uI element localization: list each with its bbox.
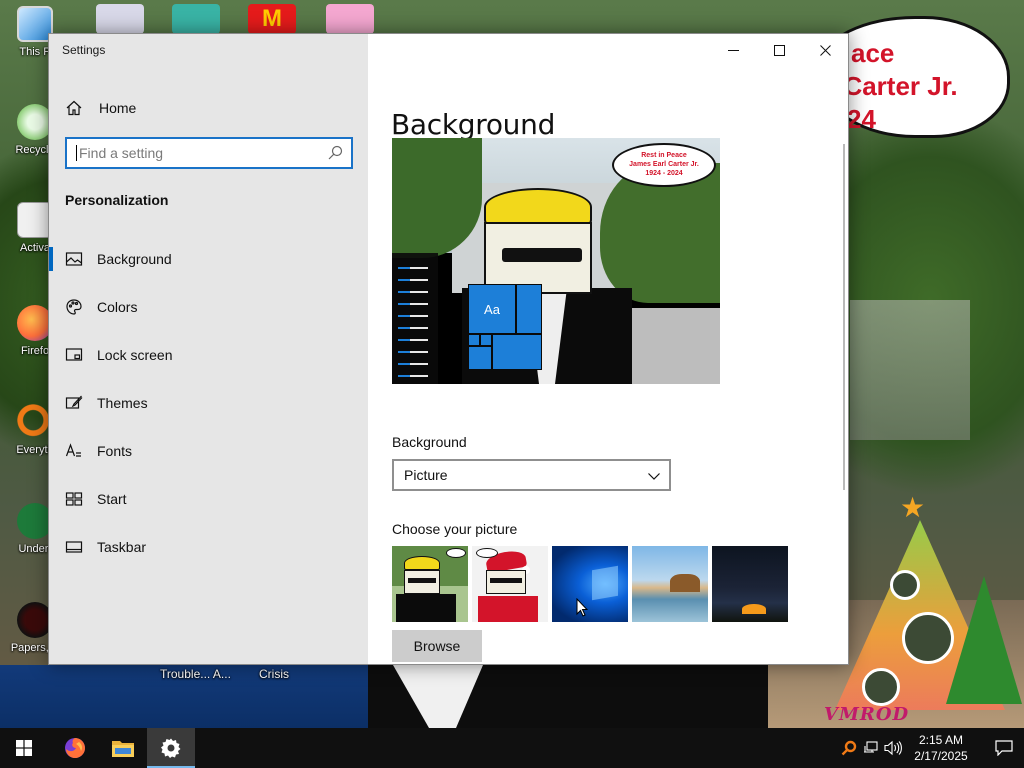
wallpaper-text-line: l Carter Jr.	[829, 71, 958, 101]
clock-time: 2:15 AM	[918, 733, 964, 747]
window-title: Settings	[62, 43, 106, 57]
wallpaper-text-line: 24	[847, 104, 876, 134]
sidebar-item-label: Taskbar	[97, 539, 147, 555]
background-type-label: Background	[392, 434, 467, 450]
close-button[interactable]	[802, 34, 848, 66]
preview-bubble-line: Rest in Peace	[641, 152, 687, 159]
home-nav-item[interactable]: Home	[65, 96, 136, 120]
sidebar-item-fonts[interactable]: Fonts	[49, 427, 368, 475]
preview-bubble-line: 1924 - 2024	[645, 170, 683, 177]
picture-thumbnail-5[interactable]	[712, 546, 788, 622]
everything-search-icon	[841, 740, 857, 756]
close-icon	[819, 44, 831, 56]
firefox-icon	[65, 738, 85, 758]
tray-everything-button[interactable]	[838, 728, 860, 768]
preview-speech-bubble: Rest in Peace James Earl Carter Jr. 1924…	[612, 143, 716, 187]
file-explorer-icon	[112, 741, 134, 757]
sidebar-item-label: Start	[97, 491, 127, 507]
taskbar-file-explorer-button[interactable]	[99, 728, 147, 768]
app-icon[interactable]	[172, 4, 220, 34]
preview-bubble-line: James Earl Carter Jr.	[629, 161, 699, 168]
background-type-dropdown[interactable]: Picture	[392, 459, 671, 491]
action-center-button[interactable]	[984, 728, 1024, 768]
choose-picture-label: Choose your picture	[392, 521, 518, 537]
sidebar-item-themes[interactable]: Themes	[49, 379, 368, 427]
sidebar-item-label: Lock screen	[97, 347, 173, 363]
browse-button[interactable]: Browse	[392, 630, 482, 662]
sidebar-item-start[interactable]: Start	[49, 475, 368, 523]
chevron-down-icon	[648, 473, 660, 480]
sidebar-item-taskbar[interactable]: Taskbar	[49, 523, 368, 571]
sidebar-item-label: Fonts	[97, 443, 133, 459]
wallpaper-text-line: ace	[851, 38, 895, 68]
section-title: Personalization	[65, 192, 169, 208]
wallpaper-signature: VMROD	[824, 704, 910, 725]
dropdown-value: Picture	[404, 467, 448, 483]
maximize-icon	[773, 44, 785, 56]
taskbar-firefox-button[interactable]	[51, 728, 99, 768]
picture-thumbnail-1[interactable]	[392, 546, 468, 622]
scrollbar[interactable]	[843, 144, 845, 490]
sidebar-item-background[interactable]: Background	[49, 235, 368, 283]
minimize-button[interactable]	[710, 34, 756, 66]
picture-thumbnail-2[interactable]	[472, 546, 548, 622]
picture-icon	[65, 252, 83, 266]
tray-network-button[interactable]	[860, 728, 882, 768]
notification-icon	[995, 740, 1013, 756]
preview-start-tiles: Aa	[468, 284, 544, 372]
sidebar-item-label: Colors	[97, 299, 138, 315]
start-tiles-icon	[65, 492, 83, 506]
desktop-icon-label[interactable]: Crisis	[259, 667, 289, 681]
settings-gear-icon	[161, 738, 181, 758]
preview-tile-aa: Aa	[468, 284, 516, 334]
search-icon[interactable]	[327, 145, 343, 161]
taskbar: 2:15 AM 2/17/2025	[0, 728, 1024, 768]
desktop-icon-label[interactable]: Trouble... A...	[160, 667, 231, 681]
settings-content: Background Rest in Peace James Earl Cart…	[368, 34, 848, 664]
star-icon: ★	[900, 492, 926, 523]
brush-icon	[65, 395, 83, 409]
tray-volume-button[interactable]	[882, 728, 904, 768]
search-input[interactable]	[77, 141, 327, 165]
picture-thumbnail-3[interactable]	[552, 546, 628, 622]
sidebar-item-colors[interactable]: Colors	[49, 283, 368, 331]
taskbar-icon	[65, 541, 83, 553]
preview-start-menu-list	[392, 253, 438, 384]
taskbar-settings-button[interactable]	[147, 728, 195, 768]
app-icon[interactable]	[326, 4, 374, 34]
wallpaper-figure	[368, 665, 768, 728]
home-icon	[66, 100, 82, 116]
picture-thumbnails	[392, 546, 788, 622]
maximize-button[interactable]	[756, 34, 802, 66]
network-icon	[864, 741, 878, 753]
page-title: Background	[391, 107, 556, 141]
start-button[interactable]	[0, 728, 48, 768]
app-icon[interactable]	[96, 4, 144, 34]
taskbar-clock[interactable]: 2:15 AM 2/17/2025	[908, 732, 974, 764]
system-tray: 2:15 AM 2/17/2025	[838, 728, 1024, 768]
mouse-cursor-icon	[576, 598, 588, 617]
personalization-nav: Background Colors Lock screen Themes Fon…	[49, 235, 368, 571]
sidebar-item-label: Themes	[97, 395, 148, 411]
settings-sidebar: Settings Home Personalization Background	[49, 34, 368, 664]
minimize-icon	[727, 49, 739, 51]
settings-window: Settings Home Personalization Background	[48, 33, 849, 665]
volume-icon	[884, 740, 902, 756]
sidebar-item-label: Background	[97, 251, 172, 267]
palette-icon	[66, 299, 82, 315]
windows-start-icon	[16, 740, 32, 756]
sidebar-item-lock-screen[interactable]: Lock screen	[49, 331, 368, 379]
mcdonalds-icon[interactable]: M	[248, 4, 296, 34]
window-controls	[710, 34, 848, 66]
wallpaper-building	[850, 300, 970, 440]
home-label: Home	[99, 100, 137, 116]
picture-thumbnail-4[interactable]	[632, 546, 708, 622]
search-box[interactable]	[65, 137, 353, 169]
clock-date: 2/17/2025	[914, 749, 968, 763]
font-icon	[65, 443, 81, 457]
lock-screen-icon	[65, 348, 83, 361]
background-preview: Rest in Peace James Earl Carter Jr. 1924…	[392, 138, 720, 384]
